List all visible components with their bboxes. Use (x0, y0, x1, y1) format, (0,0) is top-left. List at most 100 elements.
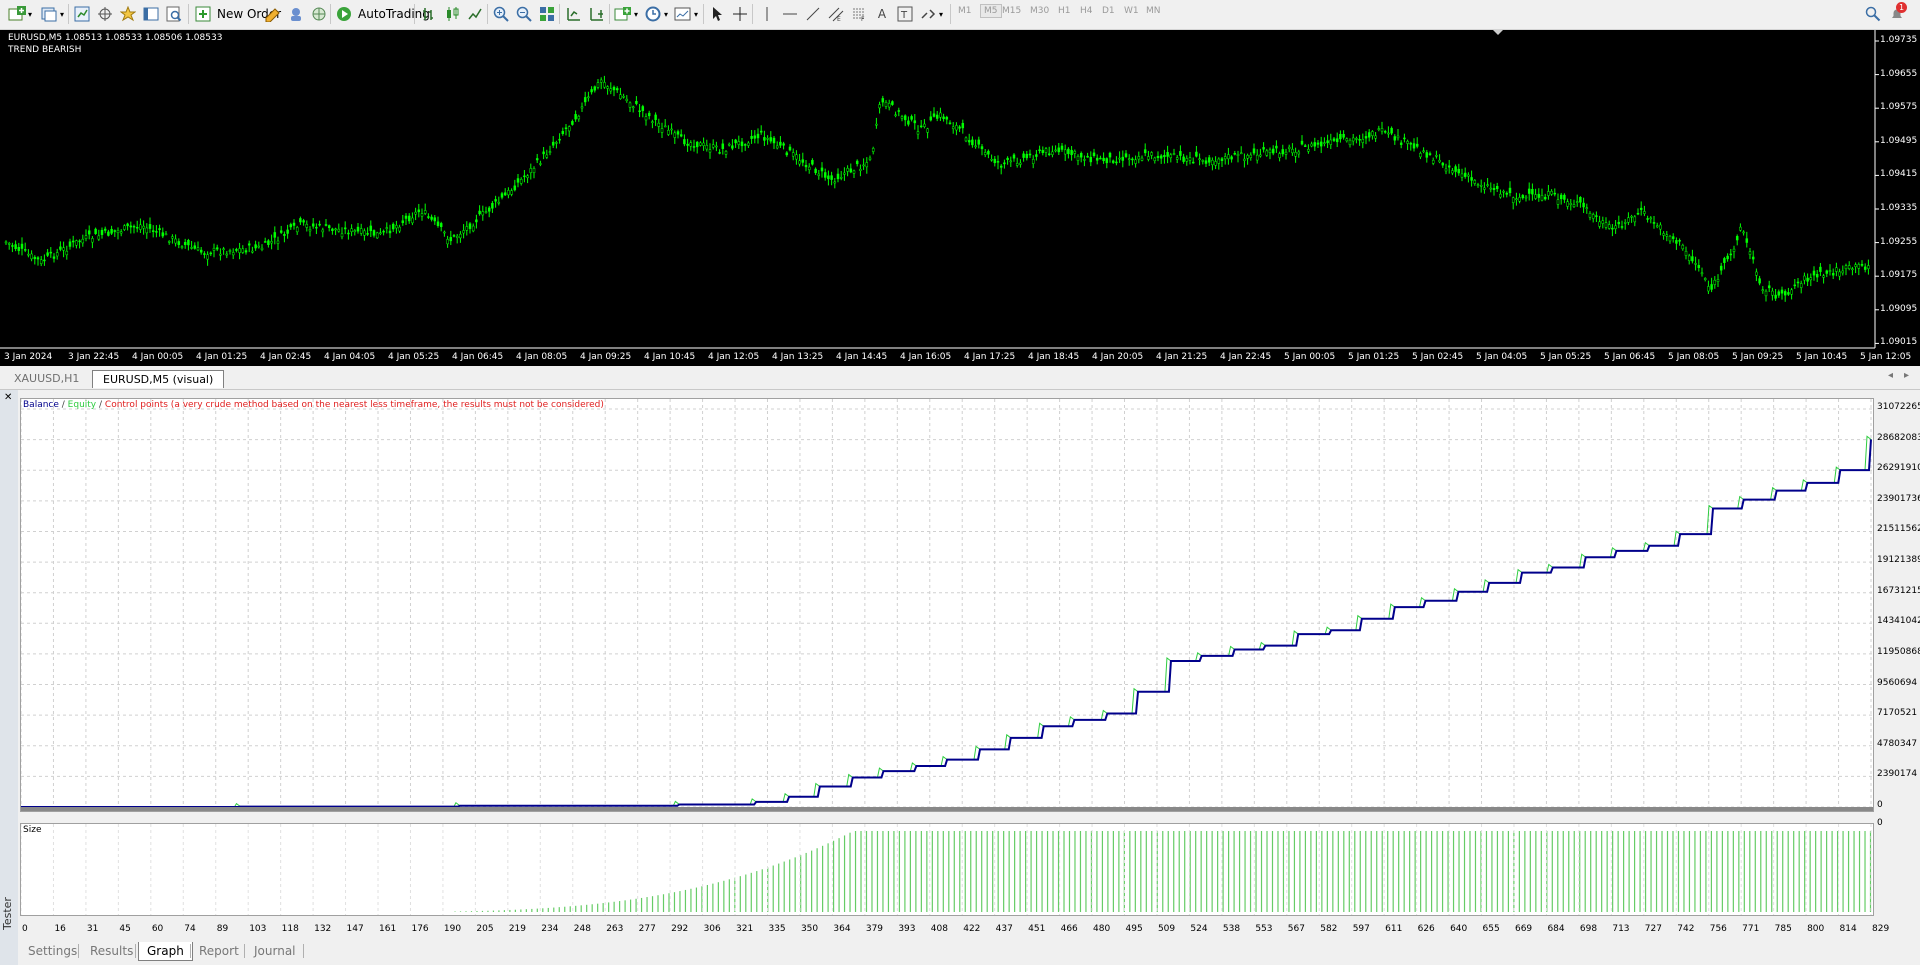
chart-tab-eurusd[interactable]: EURUSD,M5 (visual) (92, 370, 225, 388)
size-bar (1568, 831, 1570, 912)
candle-body (1259, 154, 1262, 157)
timeframe-h4[interactable]: H4 (1080, 6, 1093, 16)
text-label-icon[interactable]: T (894, 3, 916, 25)
balance-tick-label: 7170521 (1877, 708, 1918, 719)
tab-results[interactable]: Results (82, 942, 141, 960)
candle-body (1611, 227, 1614, 230)
tab-graph[interactable]: Graph (138, 942, 193, 961)
candle-body (286, 229, 289, 234)
size-bar (1310, 831, 1312, 912)
bar-chart-icon[interactable] (418, 3, 440, 25)
horizontal-line-icon[interactable] (779, 3, 801, 25)
data-window-icon[interactable] (94, 3, 116, 25)
indicators-button[interactable]: ▾ (612, 3, 638, 25)
candle-body (644, 116, 648, 121)
candle-body (1767, 285, 1771, 289)
notifications-icon[interactable]: 1 (1886, 2, 1908, 25)
profiles-button[interactable]: ▾ (38, 3, 64, 25)
size-bar (816, 848, 818, 912)
terminal-icon[interactable] (140, 3, 162, 25)
tab-report[interactable]: Report (191, 942, 247, 960)
new-chart-button[interactable]: ▾ (6, 3, 32, 25)
cursor-icon[interactable] (706, 3, 728, 25)
candle-body (971, 139, 974, 146)
templates-button[interactable]: ▾ (672, 3, 698, 25)
candle-body (1451, 170, 1454, 174)
size-bar (717, 882, 719, 912)
tab-settings[interactable]: Settings (20, 942, 85, 960)
timeframe-m30[interactable]: M30 (1030, 6, 1049, 16)
tab-journal[interactable]: Journal (246, 942, 304, 960)
market-watch-icon[interactable] (71, 3, 93, 25)
timeframe-w1[interactable]: W1 (1124, 6, 1139, 16)
arrows-button[interactable]: ▾ (917, 3, 943, 25)
timeframe-mn[interactable]: MN (1146, 6, 1161, 16)
metaeditor-icon[interactable] (262, 3, 284, 25)
trade-tick-label: 31 (86, 924, 99, 934)
size-graph[interactable]: Size (20, 823, 1874, 916)
timeframe-m5[interactable]: M5 (980, 4, 1002, 18)
zoom-out-icon[interactable] (513, 3, 535, 25)
candle-body (171, 236, 174, 239)
size-bar (745, 874, 747, 912)
zoom-in-icon[interactable] (490, 3, 512, 25)
periods-button[interactable]: ▾ (642, 3, 668, 25)
candle-body (891, 101, 894, 105)
candle-body (798, 160, 801, 165)
timeframe-m15[interactable]: M15 (1002, 6, 1021, 16)
text-icon[interactable]: A (871, 3, 893, 25)
candle-body (1476, 184, 1480, 186)
autoscroll-icon[interactable] (586, 3, 608, 25)
chart-tab-bar: XAUUSD,H1 EURUSD,M5 (visual) ◂ ▸ (0, 367, 1920, 390)
chart-shift-icon[interactable] (563, 3, 585, 25)
vertical-line-icon[interactable] (756, 3, 778, 25)
timeframe-h1[interactable]: H1 (1058, 6, 1071, 16)
chart-symbol-line: EURUSD,M5 1.08513 1.08533 1.08506 1.0853… (8, 33, 223, 43)
close-icon[interactable]: ✕ (4, 392, 12, 403)
navigator-icon[interactable] (117, 3, 139, 25)
tile-windows-icon[interactable] (536, 3, 558, 25)
price-tick-label: 1.09575 (1880, 102, 1918, 113)
timeframe-m1[interactable]: M1 (958, 6, 972, 16)
size-bar (981, 831, 983, 912)
candle-body (996, 161, 1000, 163)
size-bar (1217, 831, 1219, 912)
size-bar (723, 880, 725, 912)
candle-body (635, 100, 638, 104)
candle-body (843, 172, 846, 175)
chart-tab-xauusd[interactable]: XAUUSD,H1 (4, 370, 89, 387)
crosshair-icon[interactable] (729, 3, 751, 25)
equidistant-channel-icon[interactable]: E (825, 3, 847, 25)
signals-icon[interactable] (285, 3, 307, 25)
fibonacci-icon[interactable]: F (848, 3, 870, 25)
timeframe-d1[interactable]: D1 (1102, 6, 1115, 16)
size-bar (1743, 831, 1745, 912)
candle-body (103, 228, 107, 231)
size-bar (597, 903, 599, 912)
candle-body (1182, 156, 1185, 162)
candlestick-icon[interactable] (441, 3, 463, 25)
candle-body (590, 89, 593, 93)
candle-body (987, 150, 990, 155)
autotrading-button[interactable]: AutoTrading (333, 3, 430, 25)
graph-legend: Balance / Equity / Control points (a ver… (23, 400, 604, 410)
candle-body (1275, 145, 1278, 149)
tab-scroll-left-icon[interactable]: ◂ (1888, 370, 1893, 381)
candle-body (49, 251, 53, 254)
market-icon[interactable] (308, 3, 330, 25)
line-chart-icon[interactable] (464, 3, 486, 25)
candle-body (363, 230, 366, 236)
search-icon[interactable] (1862, 3, 1884, 25)
time-tick-label: 4 Jan 12:05 (708, 352, 760, 362)
candle-body (1355, 138, 1358, 140)
candle-body (33, 256, 37, 260)
candle-body (945, 116, 949, 120)
size-bar (1831, 831, 1833, 912)
candle-body (743, 144, 747, 146)
strategy-tester-icon[interactable] (163, 3, 185, 25)
tab-scroll-right-icon[interactable]: ▸ (1904, 370, 1909, 381)
price-chart[interactable]: EURUSD,M5 1.08513 1.08533 1.08506 1.0853… (0, 30, 1920, 366)
trendline-icon[interactable] (802, 3, 824, 25)
balance-graph[interactable]: Balance / Equity / Control points (a ver… (20, 398, 1874, 812)
shift-marker-icon[interactable] (1493, 30, 1503, 35)
